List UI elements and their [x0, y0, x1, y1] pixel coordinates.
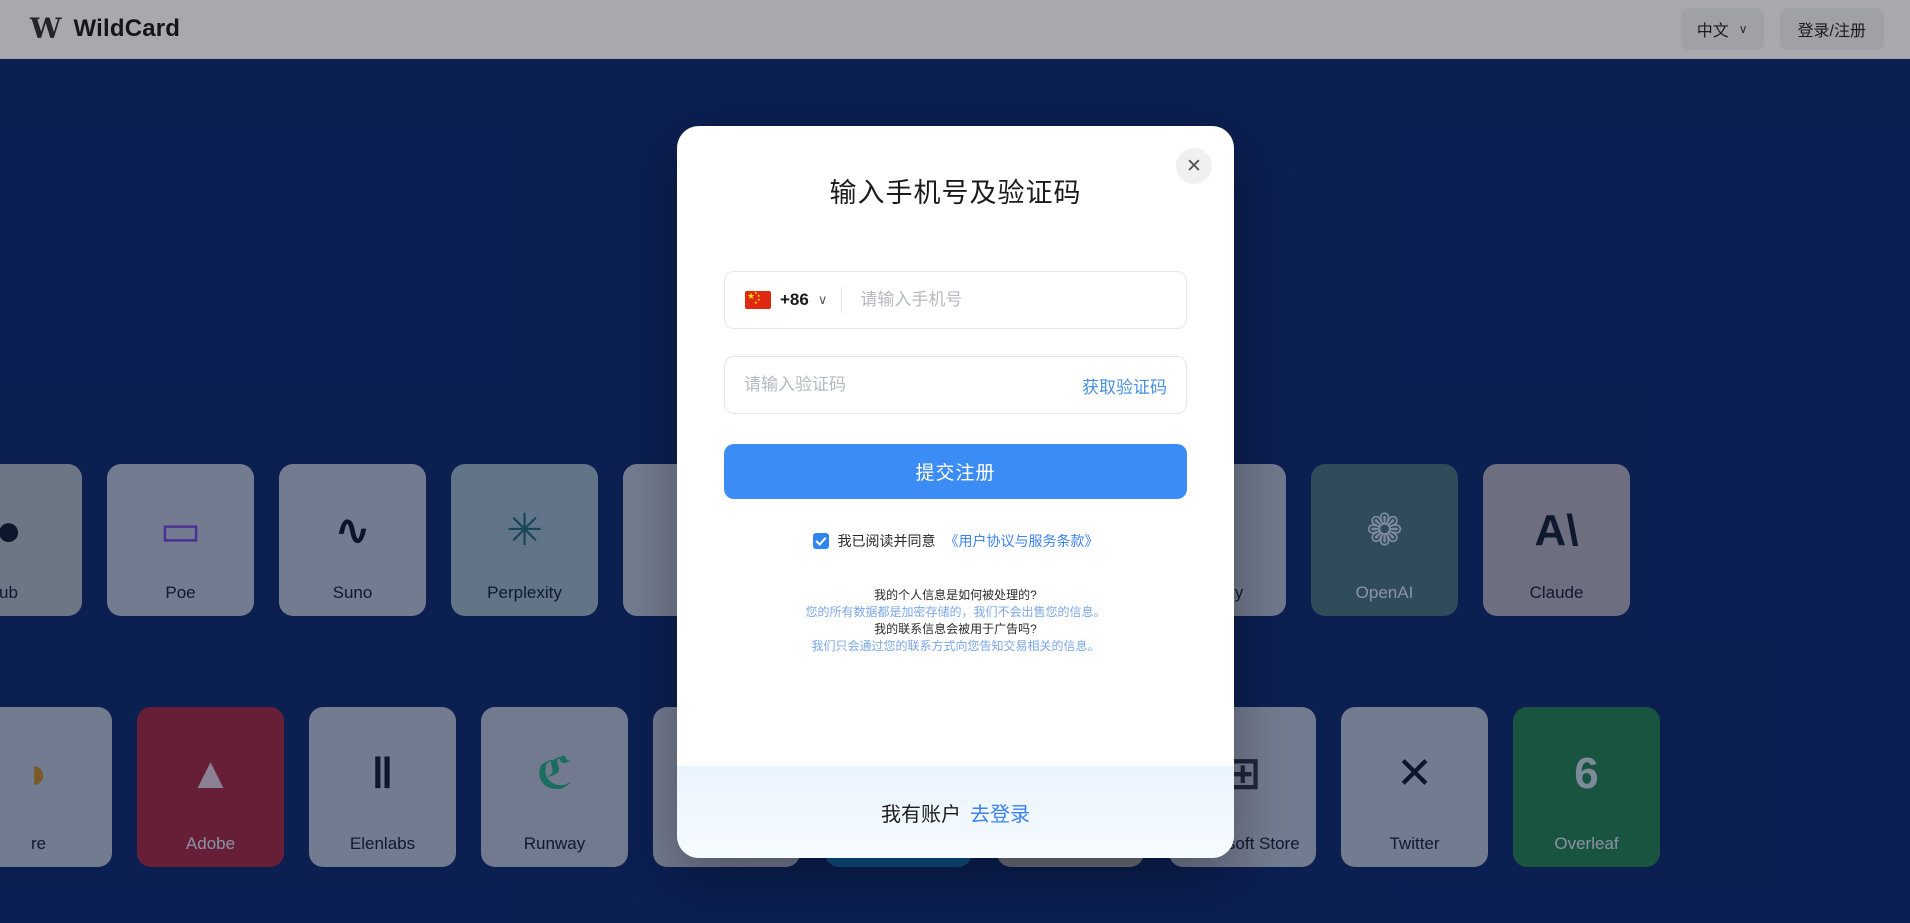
chevron-down-icon: ∨ [1738, 22, 1748, 36]
service-logo-icon: ● [0, 506, 22, 555]
faq-block: 我的个人信息是如何被处理的? 您的所有数据都是加密存储的，我们不会出售您的信息。… [724, 587, 1187, 655]
country-code-selector[interactable]: ★ ★ ★ ★ ★ +86 ∨ [725, 272, 841, 328]
site-header: W WildCard 中文 ∨ 登录/注册 [0, 0, 1910, 59]
service-card-label: Overleaf [1554, 833, 1619, 853]
agreement-checkbox[interactable] [812, 533, 829, 549]
chevron-down-icon: ∨ [817, 292, 828, 307]
service-card-label: Perplexity [487, 582, 562, 602]
service-card[interactable]: ✳ Perplexity [451, 464, 598, 616]
wildcard-logo-icon: W [30, 12, 61, 45]
login-register-button[interactable]: 登录/注册 [1779, 8, 1884, 50]
service-card[interactable]: ‖ Elenlabs [309, 707, 456, 867]
service-card[interactable]: ▲ Adobe [137, 707, 284, 867]
service-card[interactable]: ▭ Poe [107, 464, 254, 616]
service-card-label: Adobe [185, 833, 236, 853]
brand-logo[interactable]: W WildCard [30, 15, 180, 43]
service-card[interactable]: ● ub [0, 464, 82, 616]
service-logo-icon: ‖ [371, 749, 394, 798]
service-card[interactable]: ◗ re [0, 707, 112, 867]
service-card-label: ub [0, 582, 18, 602]
language-selector[interactable]: 中文 ∨ [1680, 8, 1764, 50]
service-card[interactable]: ∿ Suno [279, 464, 426, 616]
agreement-row: 我已阅读并同意 《用户协议与服务条款》 [724, 531, 1187, 551]
service-logo-icon: A\ [1534, 506, 1579, 555]
service-card[interactable]: 6 Overleaf [1513, 707, 1660, 867]
service-logo-icon: ✳ [506, 506, 543, 555]
submit-register-button[interactable]: 提交注册 [724, 444, 1187, 499]
close-icon[interactable]: ✕ [1176, 148, 1212, 184]
have-account-label: 我有账户 [881, 803, 961, 826]
faq-answer: 我们只会通过您的联系方式向您告知交易相关的信息。 [811, 639, 1100, 654]
service-card-label: Twitter [1389, 833, 1440, 853]
service-card-label: Poe [165, 582, 196, 602]
country-code-label: +86 [780, 290, 809, 309]
user-agreement-link[interactable]: 《用户协议与服务条款》 [945, 531, 1099, 551]
service-card-label: Suno [332, 582, 373, 602]
header-actions: 中文 ∨ 登录/注册 [1680, 8, 1884, 50]
service-logo-icon: ▲ [188, 749, 233, 798]
signup-modal-body: 输入手机号及验证码 ★ ★ ★ ★ ★ +86 ∨ 请输入手机号 请输入验证码 … [677, 126, 1234, 766]
verification-code-input[interactable] [744, 375, 1068, 395]
service-card-label: OpenAI [1355, 582, 1414, 602]
china-flag-icon: ★ ★ ★ ★ ★ [745, 291, 771, 309]
service-card[interactable]: ❁ OpenAI [1311, 464, 1458, 616]
service-logo-icon: ✕ [1396, 749, 1433, 798]
phone-input[interactable] [842, 290, 1186, 310]
faq-question: 我的个人信息是如何被处理的? [874, 588, 1037, 602]
faq-answer: 您的所有数据都是加密存储的，我们不会出售您的信息。 [805, 605, 1106, 620]
faq-question: 我的联系信息会被用于广告吗? [874, 622, 1037, 637]
service-card[interactable]: ℭ Runway [481, 707, 628, 867]
modal-title: 输入手机号及验证码 [829, 178, 1082, 208]
service-card-label: Elenlabs [349, 833, 416, 853]
signup-modal: ✕ 输入手机号及验证码 ★ ★ ★ ★ ★ +86 ∨ 请输入手机号 请输入验证… [677, 126, 1234, 858]
service-card[interactable]: A\ Claude [1483, 464, 1630, 616]
service-logo-icon: ∿ [334, 506, 371, 555]
get-verification-code-button[interactable]: 获取验证码 [1068, 373, 1167, 398]
app-root: WildT P ●ub▭Poe∿Suno✳Perplexity‖Elevenla… [0, 0, 1910, 923]
modal-footer: 我有账户 去登录 [677, 766, 1234, 858]
service-logo-icon: ◗ [25, 749, 52, 798]
service-card-label: Runway [523, 833, 586, 853]
service-card-label: re [30, 833, 47, 853]
service-logo-icon: ▭ [159, 506, 202, 555]
brand-name: WildCard [73, 15, 181, 42]
go-to-login-link[interactable]: 去登录 [970, 798, 1030, 827]
agreement-label: 我已阅读并同意 [837, 533, 936, 549]
service-card[interactable]: ✕ Twitter [1341, 707, 1488, 867]
phone-field-row: ★ ★ ★ ★ ★ +86 ∨ [724, 271, 1187, 329]
language-label: 中文 [1696, 23, 1729, 40]
verification-code-field-row: 获取验证码 [724, 356, 1187, 414]
service-logo-icon: 6 [1574, 749, 1599, 798]
service-card-label: Claude [1529, 582, 1584, 602]
service-logo-icon: ❁ [1366, 506, 1403, 555]
service-logo-icon: ℭ [536, 749, 573, 798]
